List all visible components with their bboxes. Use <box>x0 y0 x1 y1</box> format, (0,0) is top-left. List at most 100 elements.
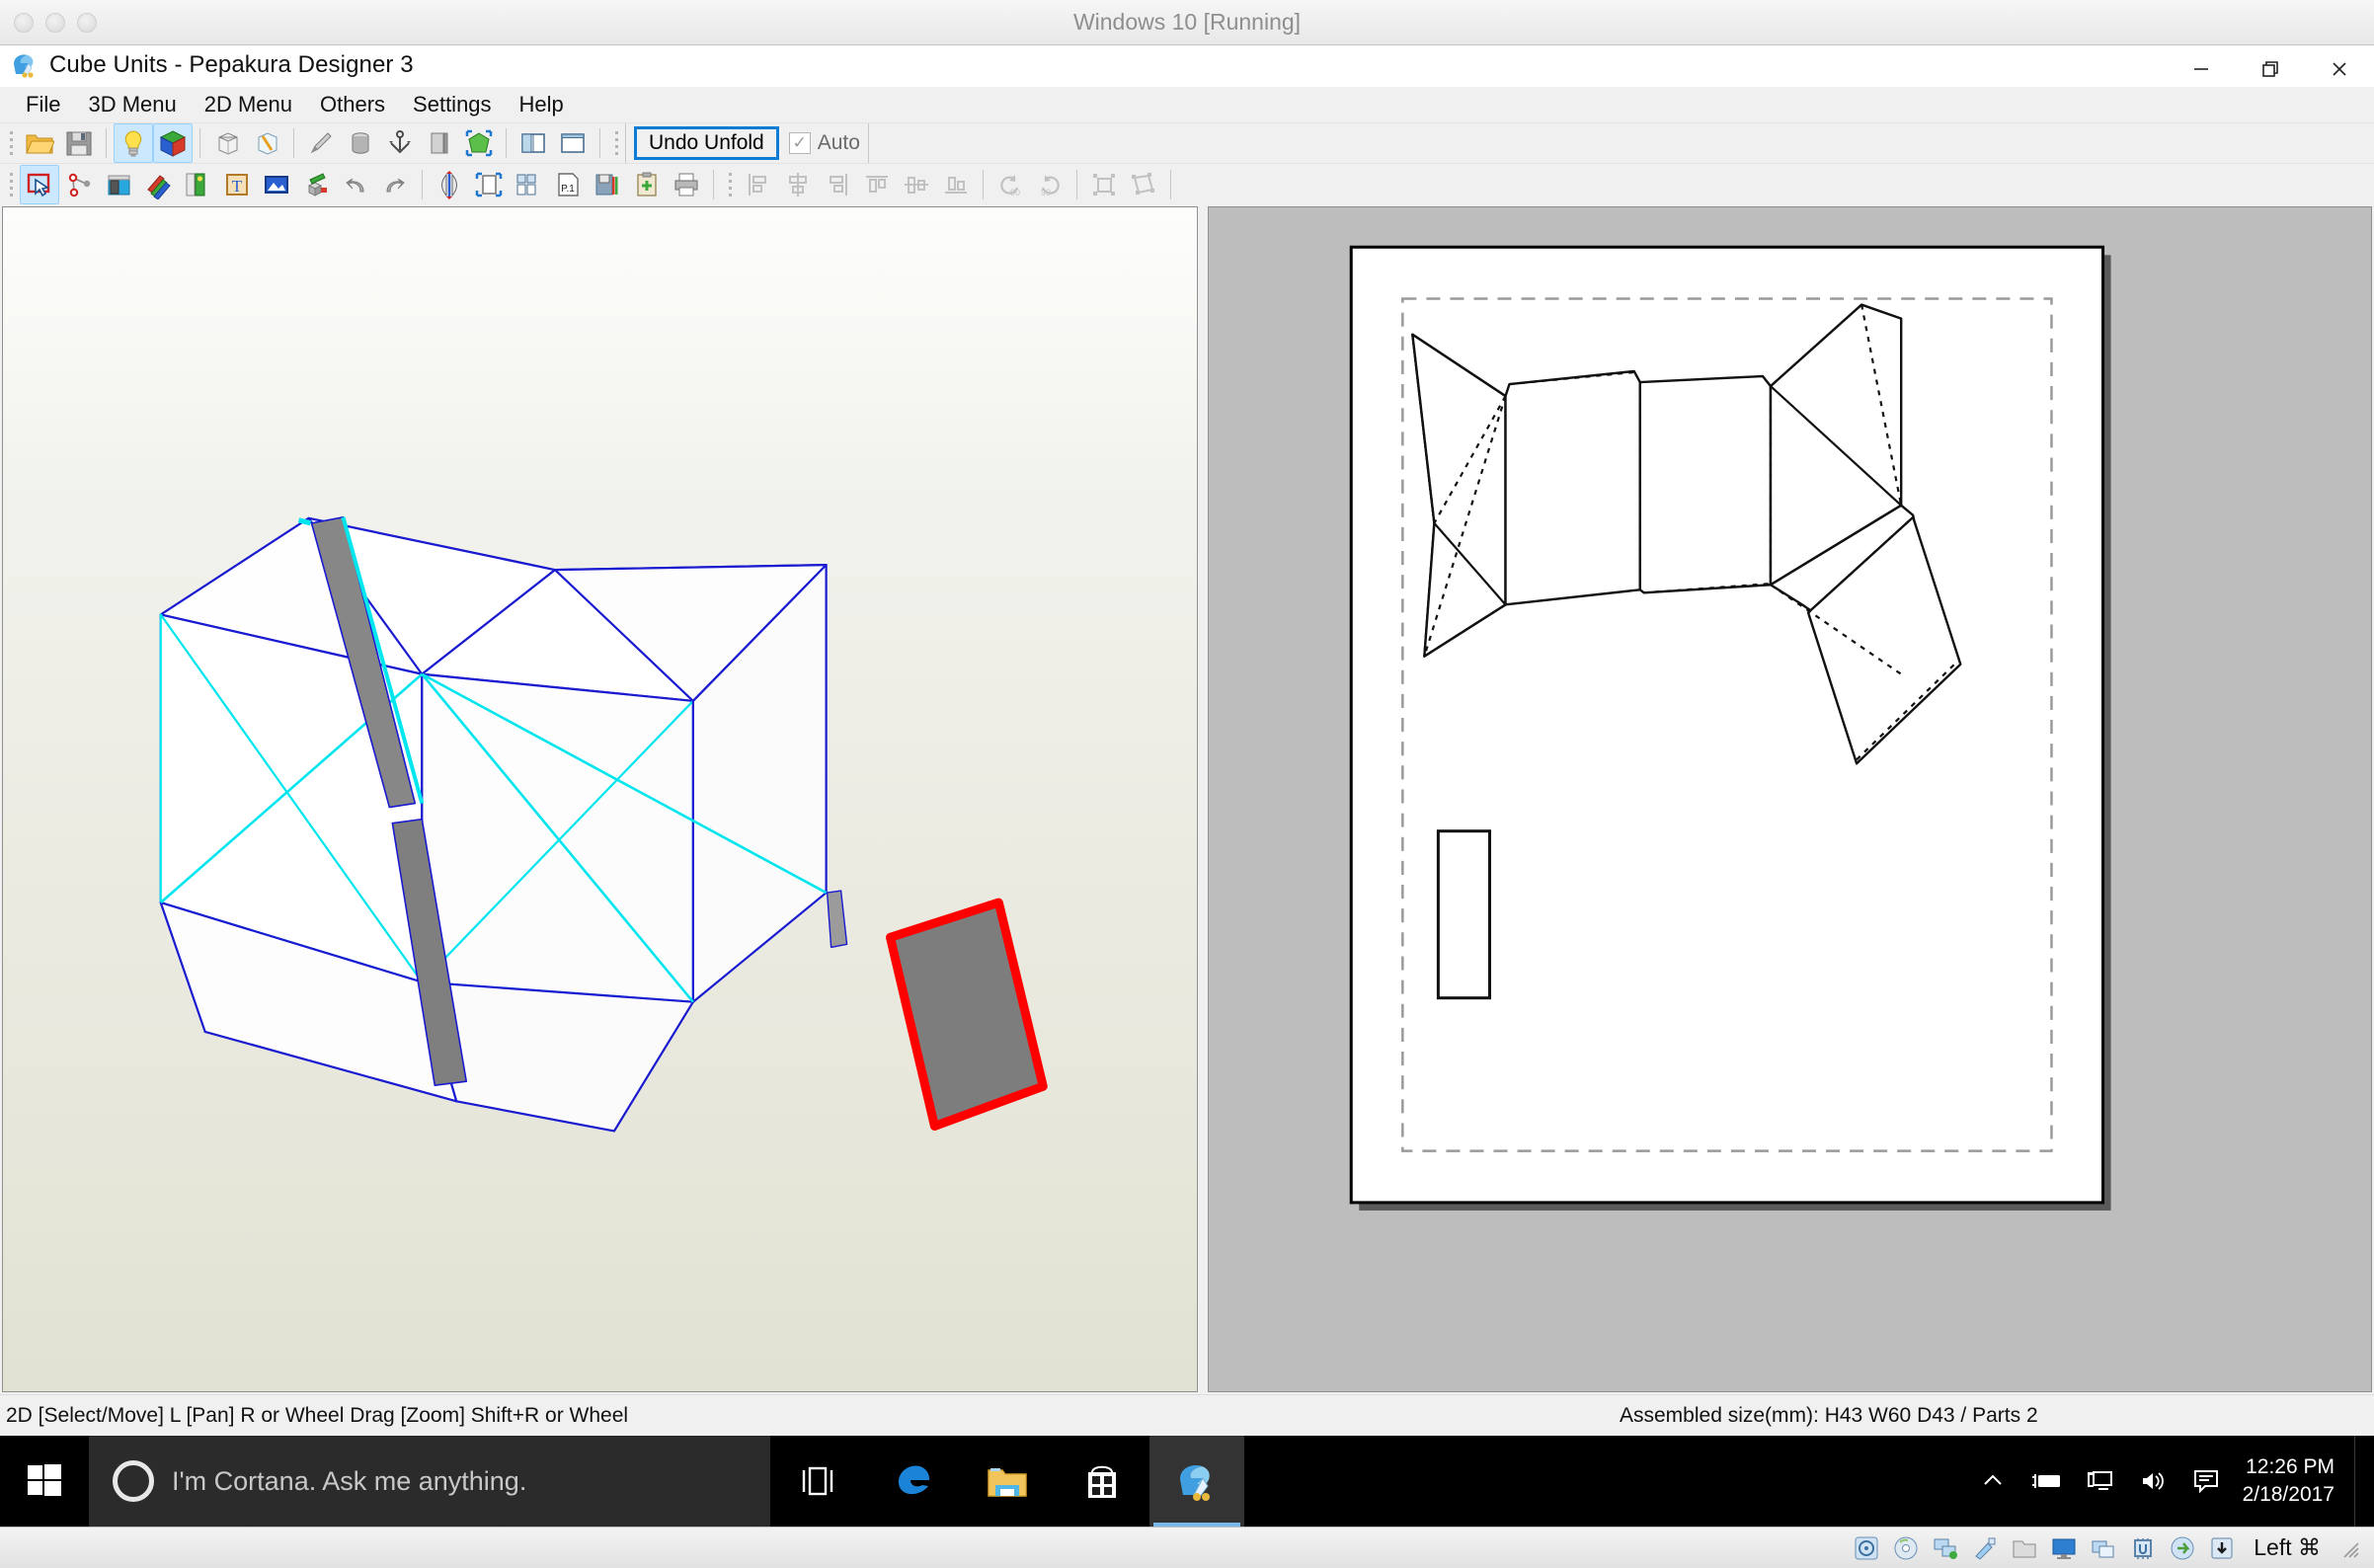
anchor-tool-button[interactable] <box>380 123 420 163</box>
pepakura-application-window: Cube Units - Pepakura Designer 3 File 3D… <box>0 45 2374 1437</box>
page-number-button[interactable]: P.1 <box>548 165 588 204</box>
glue-tool[interactable] <box>296 165 336 204</box>
measure-tool[interactable] <box>178 165 217 204</box>
edge-browser-button[interactable] <box>865 1436 960 1527</box>
display-icon[interactable] <box>2050 1534 2078 1562</box>
open-file-button[interactable] <box>20 123 59 163</box>
menu-settings[interactable]: Settings <box>399 88 506 121</box>
print-button[interactable] <box>667 165 706 204</box>
optical-disk-icon[interactable] <box>1892 1534 1920 1562</box>
export-button[interactable] <box>588 165 627 204</box>
single-window-button[interactable] <box>553 123 593 163</box>
auto-label: Auto <box>817 131 860 155</box>
video-capture-icon[interactable] <box>2090 1534 2117 1562</box>
select-move-tool[interactable] <box>20 164 59 204</box>
divide-face-button[interactable] <box>420 123 459 163</box>
window-controls[interactable] <box>2167 45 2374 93</box>
cortana-ring-icon <box>113 1460 154 1502</box>
select-shape-button[interactable] <box>459 123 499 163</box>
undo-unfold-button[interactable]: Undo Unfold <box>634 126 779 161</box>
keyboard-capture-icon[interactable] <box>2208 1534 2236 1562</box>
flip-part-button[interactable] <box>430 165 469 204</box>
toolbar-grip[interactable] <box>5 168 17 201</box>
align-center-horizontal-button[interactable] <box>778 165 818 204</box>
cortana-placeholder: I'm Cortana. Ask me anything. <box>172 1465 527 1496</box>
show-fold-lines-button[interactable] <box>247 123 286 163</box>
marker-tool[interactable] <box>138 165 178 204</box>
2d-unfold-viewport[interactable] <box>1208 206 2372 1393</box>
window-resize-grip[interactable] <box>2338 1537 2360 1559</box>
checkbox-checked-icon: ✓ <box>788 132 811 155</box>
toolbar-separator <box>506 128 507 159</box>
align-top-button[interactable] <box>857 165 897 204</box>
align-middle-vertical-button[interactable] <box>897 165 936 204</box>
group-parts-button[interactable] <box>1084 165 1124 204</box>
2d-unfold-graphic <box>1349 245 2111 1211</box>
ungroup-parts-button[interactable] <box>1124 165 1163 204</box>
page-layout-button[interactable] <box>469 165 509 204</box>
chevron-up-icon[interactable] <box>1966 1436 2019 1527</box>
3d-model-viewport[interactable] <box>2 206 1198 1393</box>
toolbar-grip[interactable] <box>5 126 17 160</box>
align-bottom-button[interactable] <box>936 165 976 204</box>
usb-icon[interactable] <box>1971 1534 1999 1562</box>
toolbar-separator <box>293 128 294 159</box>
toolbar-grip[interactable] <box>724 168 736 201</box>
microsoft-store-button[interactable] <box>1055 1436 1149 1527</box>
menu-3d[interactable]: 3D Menu <box>74 88 190 121</box>
taskbar-clock[interactable]: 12:26 PM 2/18/2017 <box>2233 1453 2354 1510</box>
split-window-button[interactable] <box>514 123 553 163</box>
cortana-search-box[interactable]: I'm Cortana. Ask me anything. <box>89 1436 770 1527</box>
svg-text:P.1: P.1 <box>561 184 575 195</box>
texture-toggle-button[interactable] <box>153 123 193 164</box>
windows-start-icon[interactable] <box>0 1436 89 1527</box>
menu-2d[interactable]: 2D Menu <box>191 88 306 121</box>
panel-splitter[interactable] <box>1200 204 1208 1395</box>
toolbar-grip[interactable] <box>610 126 622 160</box>
shared-folder-icon[interactable] <box>2011 1534 2038 1562</box>
notification-icon[interactable] <box>2179 1436 2233 1527</box>
text-tool[interactable]: T <box>217 165 257 204</box>
menu-file[interactable]: File <box>12 88 74 121</box>
restore-icon[interactable] <box>2236 45 2305 93</box>
virtualization-icon[interactable] <box>2129 1534 2157 1562</box>
edit-vertex-tool[interactable] <box>59 165 99 204</box>
task-view-button[interactable] <box>770 1436 865 1527</box>
virtualbox-status-bar: Left ⌘ <box>0 1527 2374 1568</box>
pepakura-taskbar-button[interactable] <box>1149 1436 1244 1527</box>
notepad-tool[interactable] <box>99 165 138 204</box>
auto-unfold-checkbox[interactable]: ✓ Auto <box>788 131 860 155</box>
align-left-button[interactable] <box>739 165 778 204</box>
mouse-integration-icon[interactable] <box>2169 1534 2196 1562</box>
align-right-button[interactable] <box>818 165 857 204</box>
menu-help[interactable]: Help <box>506 88 578 121</box>
network-monitor-icon[interactable] <box>2073 1436 2126 1527</box>
arrange-parts-button[interactable] <box>509 165 548 204</box>
hard-disk-icon[interactable] <box>1853 1534 1880 1562</box>
unfold-tool-button[interactable] <box>301 123 341 163</box>
svg-text:90: 90 <box>1041 188 1051 197</box>
rotate-left-90-button[interactable]: 90 <box>990 165 1030 204</box>
undo-button[interactable] <box>336 165 375 204</box>
cylinder-tool-button[interactable] <box>341 123 380 163</box>
save-file-button[interactable] <box>59 123 99 163</box>
toolbar-separator <box>199 128 200 159</box>
show-flaps-button[interactable] <box>207 123 247 163</box>
minimize-icon[interactable] <box>2167 45 2236 93</box>
file-explorer-button[interactable] <box>960 1436 1055 1527</box>
clipboard-button[interactable] <box>627 165 667 204</box>
lighting-toggle-button[interactable] <box>114 123 153 164</box>
host-key-indicator: Left ⌘ <box>2254 1534 2321 1560</box>
pepakura-app-icon <box>10 50 40 80</box>
menu-bar[interactable]: File 3D Menu 2D Menu Others Settings Hel… <box>0 86 2374 122</box>
image-tool[interactable] <box>257 165 296 204</box>
battery-charging-icon[interactable] <box>2019 1436 2073 1527</box>
redo-button[interactable] <box>375 165 415 204</box>
network-icon[interactable] <box>1932 1534 1959 1562</box>
close-icon[interactable] <box>2305 45 2374 93</box>
show-desktop-button[interactable] <box>2354 1436 2364 1527</box>
speaker-icon[interactable] <box>2126 1436 2179 1527</box>
svg-text:90: 90 <box>1010 188 1020 197</box>
rotate-right-90-button[interactable]: 90 <box>1030 165 1069 204</box>
menu-others[interactable]: Others <box>306 88 399 121</box>
